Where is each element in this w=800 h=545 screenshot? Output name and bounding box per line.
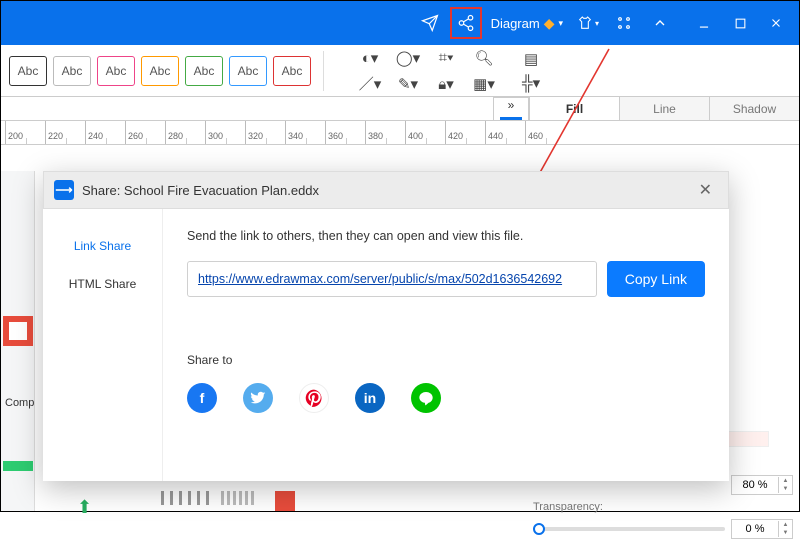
dialog-info-text: Send the link to others, then they can o…	[187, 229, 705, 243]
plan-label-comp: Comp	[5, 397, 34, 409]
nav-link-share[interactable]: Link Share	[43, 231, 162, 261]
close-icon[interactable]	[765, 12, 787, 34]
ruler-tick: 460	[525, 121, 565, 144]
style-swatch-2[interactable]: Abc	[97, 56, 135, 86]
app-logo-icon: ⟶	[54, 180, 74, 200]
apps-icon[interactable]	[613, 12, 635, 34]
shirt-icon[interactable]: ▾	[577, 12, 599, 34]
facebook-icon[interactable]: f	[187, 383, 217, 413]
barcode-icon[interactable]: ▤	[522, 50, 540, 68]
linkedin-icon[interactable]: in	[355, 383, 385, 413]
expand-panel-button[interactable]: »	[493, 97, 529, 120]
pinterest-icon[interactable]	[299, 383, 329, 413]
ruler-tick: 220	[45, 121, 85, 144]
transparency-value[interactable]	[732, 523, 778, 535]
twitter-icon[interactable]	[243, 383, 273, 413]
ruler-tick: 320	[245, 121, 285, 144]
style-swatch-4[interactable]: Abc	[185, 56, 223, 86]
search-tool-icon[interactable]: 🔍︎	[470, 47, 498, 69]
plan-stairs	[221, 491, 257, 505]
connector-icon[interactable]: ╬▾	[522, 74, 540, 92]
share-icon[interactable]	[455, 12, 477, 34]
transparency-slider[interactable]	[533, 527, 725, 531]
ruler-tick: 380	[365, 121, 405, 144]
opacity-spinner[interactable]: ▲▼	[731, 475, 793, 495]
horizontal-ruler: 2002202402602803003203403603804004204404…	[1, 121, 799, 145]
tab-fill[interactable]: Fill	[529, 97, 619, 120]
ruler-tick: 200	[5, 121, 45, 144]
minimize-icon[interactable]	[693, 12, 715, 34]
transparency-spinner[interactable]: ▲▼	[731, 519, 793, 539]
dialog-title: Share: School Fire Evacuation Plan.eddx	[82, 183, 319, 198]
send-icon[interactable]	[419, 12, 441, 34]
collapse-icon[interactable]	[649, 12, 671, 34]
style-swatch-1[interactable]: Abc	[53, 56, 91, 86]
dialog-header: ⟶ Share: School Fire Evacuation Plan.edd…	[43, 171, 729, 209]
ruler-tick: 280	[165, 121, 205, 144]
share-dialog: ⟶ Share: School Fire Evacuation Plan.edd…	[43, 171, 729, 481]
style-swatch-5[interactable]: Abc	[229, 56, 267, 86]
ruler-tick: 440	[485, 121, 525, 144]
ruler-tick: 260	[125, 121, 165, 144]
ruler-tick: 420	[445, 121, 485, 144]
maximize-icon[interactable]	[729, 12, 751, 34]
copy-link-button[interactable]: Copy Link	[607, 261, 705, 297]
tab-shadow[interactable]: Shadow	[709, 97, 799, 120]
diagram-label: Diagram	[491, 16, 540, 31]
crop-tool-icon[interactable]: ⌗▾	[432, 47, 460, 69]
style-swatch-3[interactable]: Abc	[141, 56, 179, 86]
line-icon[interactable]	[411, 383, 441, 413]
plan-green-bar	[3, 461, 33, 471]
nav-html-share[interactable]: HTML Share	[43, 269, 162, 299]
line-tool-icon[interactable]: ／▾	[356, 73, 384, 95]
plan-red-column	[275, 491, 295, 511]
dialog-nav: Link Share HTML Share	[43, 209, 163, 481]
property-tabs: » Fill Line Shadow	[1, 97, 799, 121]
ruler-tick: 340	[285, 121, 325, 144]
tab-line[interactable]: Line	[619, 97, 709, 120]
share-url-field[interactable]: https://www.edrawmax.com/server/public/s…	[187, 261, 597, 297]
ruler-tick: 400	[405, 121, 445, 144]
style-swatch-0[interactable]: Abc	[9, 56, 47, 86]
title-bar: Diagram ◆ ▾ ▾	[1, 1, 799, 45]
transparency-label: Transparency:	[533, 501, 603, 513]
chevron-down-icon: ▾	[558, 18, 563, 29]
diagram-menu[interactable]: Diagram ◆ ▾	[491, 15, 563, 32]
diamond-icon: ◆	[544, 15, 555, 32]
share-to-label: Share to	[187, 353, 705, 367]
opacity-value[interactable]	[732, 479, 778, 491]
ruler-tick: 360	[325, 121, 365, 144]
style-swatch-6[interactable]: Abc	[273, 56, 311, 86]
shape-tool-icon[interactable]: ◯▾	[394, 47, 422, 69]
arrow-up-icon: ⬆	[77, 497, 92, 518]
grid-tool-icon[interactable]: ▦▾	[470, 73, 498, 95]
lock-tool-icon[interactable]: 🔒︎▾	[432, 73, 460, 95]
plan-shape	[3, 316, 33, 346]
ruler-tick: 300	[205, 121, 245, 144]
ruler-tick: 240	[85, 121, 125, 144]
toolbar: AbcAbcAbcAbcAbcAbcAbc ◐▾ ◯▾ ⌗▾ 🔍︎ ／▾ ✎▾ …	[1, 45, 799, 97]
eyedropper-icon[interactable]: ✎▾	[394, 73, 422, 95]
dialog-close-button[interactable]: ✕	[693, 174, 718, 206]
plan-furniture	[161, 491, 209, 505]
fill-tool-icon[interactable]: ◐▾	[356, 47, 384, 69]
